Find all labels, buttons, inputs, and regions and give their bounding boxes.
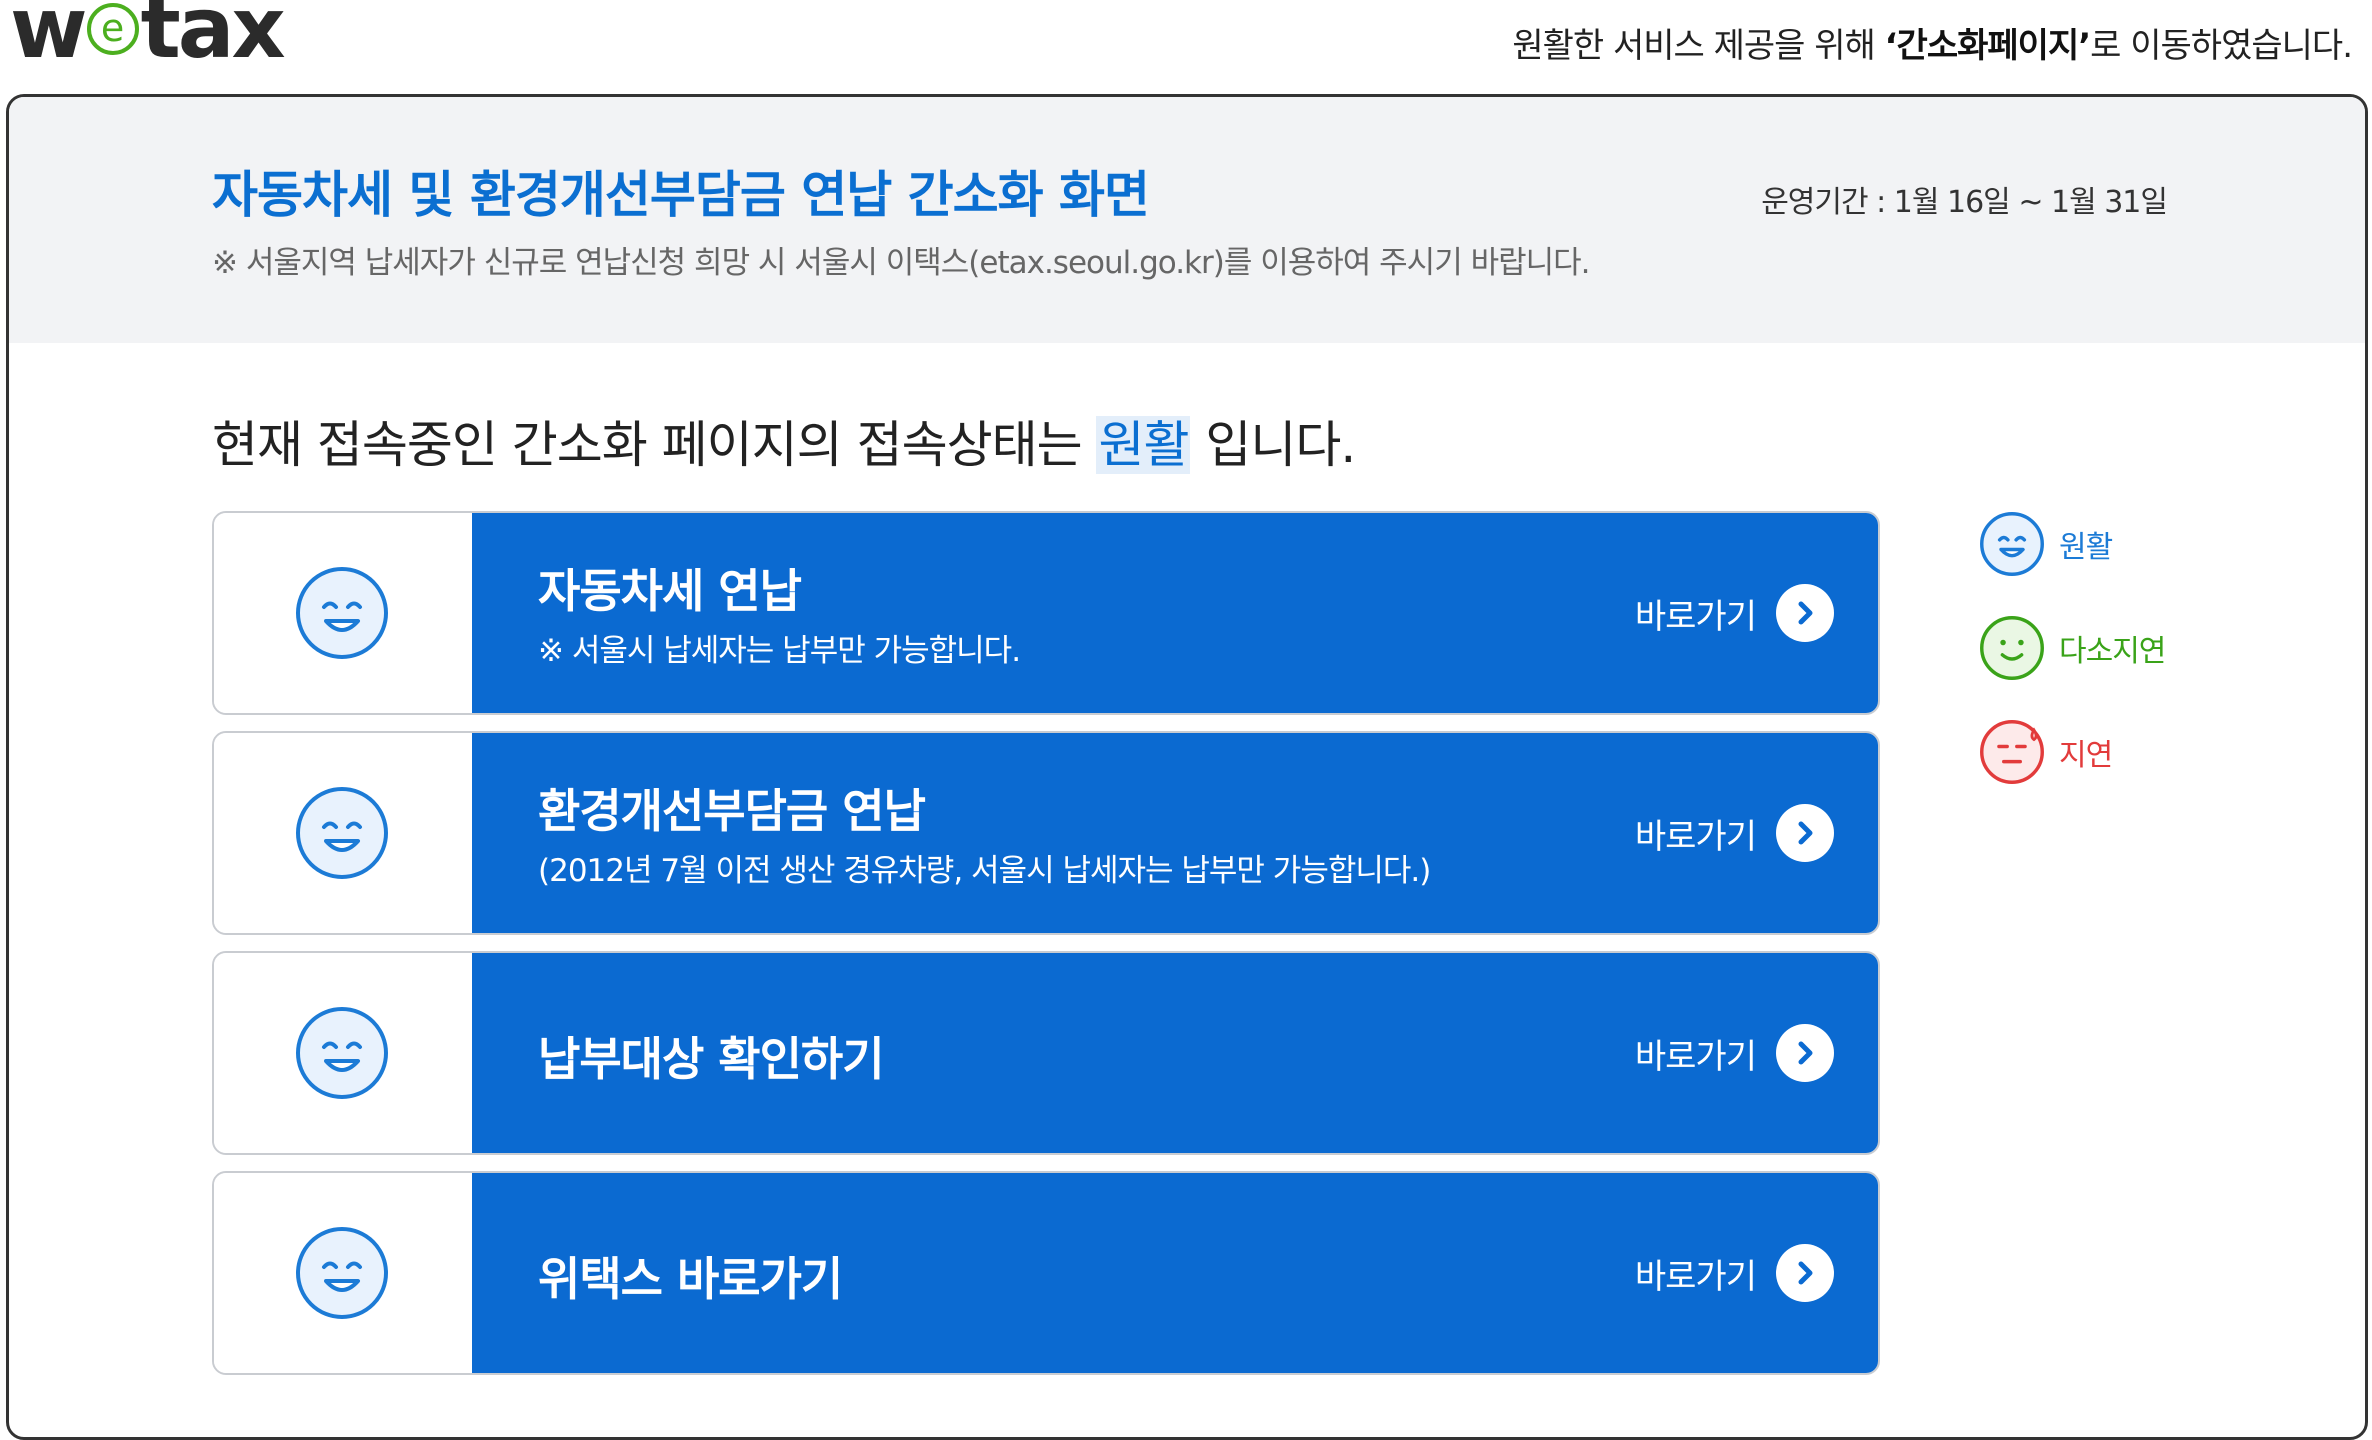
- legend-label: 지연: [2059, 738, 2113, 773]
- card-car-tax-prepay[interactable]: 자동차세 연납 ※ 서울시 납세자는 납부만 가능합니다. 바로가기: [212, 511, 1880, 715]
- card-check-payment-target[interactable]: 납부대상 확인하기 바로가기: [212, 951, 1880, 1155]
- notice-prefix: 원활한 서비스 제공을 위해: [1512, 26, 1885, 66]
- chevron-right-icon: [1776, 1024, 1834, 1082]
- card-title: 위택스 바로가기: [538, 1252, 843, 1306]
- smile-happy-icon: [1980, 512, 2044, 576]
- legend-slight-delay: 다소지연: [1979, 613, 2166, 683]
- smile-happy-icon: [296, 567, 388, 659]
- logo-e-icon: e: [86, 3, 139, 55]
- go-label: 바로가기: [1634, 1256, 1757, 1297]
- card-go-wetax[interactable]: 위택스 바로가기 바로가기: [212, 1171, 1880, 1375]
- card-subtitle: ※ 서울시 납세자는 납부만 가능합니다.: [538, 633, 1021, 669]
- operation-period: 운영기간 : 1월 16일 ~ 1월 31일: [1761, 185, 2168, 220]
- chevron-right-icon: [1776, 804, 1834, 862]
- seoul-notice: ※ 서울지역 납세자가 신규로 연납신청 희망 시 서울시 이택스(etax.s…: [212, 245, 1591, 281]
- card-title: 자동차세 연납: [538, 564, 802, 618]
- go-label: 바로가기: [1634, 816, 1757, 857]
- smile-neutral-icon: [1980, 616, 2044, 680]
- card-status-zone: [214, 733, 472, 933]
- card-title: 환경개선부담금 연납: [538, 784, 926, 838]
- status-suffix: 입니다.: [1190, 416, 1356, 474]
- card-env-charge-prepay[interactable]: 환경개선부담금 연납 (2012년 7월 이전 생산 경유차량, 서울시 납세자…: [212, 731, 1880, 935]
- go-label: 바로가기: [1634, 596, 1757, 637]
- card-body: 자동차세 연납 ※ 서울시 납세자는 납부만 가능합니다. 바로가기: [472, 513, 1878, 713]
- card-body: 위택스 바로가기 바로가기: [472, 1173, 1878, 1373]
- legend-smooth: 원활: [1979, 509, 2113, 579]
- smile-happy-icon: [296, 1007, 388, 1099]
- go-link[interactable]: 바로가기: [1635, 803, 1834, 863]
- smile-happy-icon: [296, 1227, 388, 1319]
- notice-suffix: 로 이동하였습니다.: [2090, 26, 2353, 66]
- legend-label: 원활: [2059, 530, 2113, 565]
- main-panel: 자동차세 및 환경개선부담금 연납 간소화 화면 운영기간 : 1월 16일 ~…: [6, 94, 2368, 1440]
- smile-sad-icon: [1980, 720, 2044, 784]
- card-status-zone: [214, 513, 472, 713]
- chevron-right-icon: [1776, 584, 1834, 642]
- connection-status: 현재 접속중인 간소화 페이지의 접속상태는 원활 입니다.: [212, 405, 1356, 477]
- card-subtitle: (2012년 7월 이전 생산 경유차량, 서울시 납세자는 납부만 가능합니다…: [538, 853, 1431, 889]
- legend-delay: 지연: [1979, 717, 2113, 787]
- legend-label: 다소지연: [2059, 634, 2166, 669]
- card-status-zone: [214, 1173, 472, 1373]
- card-status-zone: [214, 953, 472, 1153]
- card-body: 환경개선부담금 연납 (2012년 7월 이전 생산 경유차량, 서울시 납세자…: [472, 733, 1878, 933]
- page-title: 자동차세 및 환경개선부담금 연납 간소화 화면: [212, 166, 1150, 224]
- status-value: 원활: [1096, 416, 1191, 474]
- chevron-right-icon: [1776, 1244, 1834, 1302]
- top-bar: w e tax 원활한 서비스 제공을 위해 ‘간소화페이지’로 이동하였습니다.: [0, 0, 2372, 92]
- redirect-notice: 원활한 서비스 제공을 위해 ‘간소화페이지’로 이동하였습니다.: [1512, 18, 2353, 67]
- go-link[interactable]: 바로가기: [1635, 583, 1834, 643]
- status-prefix: 현재 접속중인 간소화 페이지의 접속상태는: [212, 416, 1097, 474]
- notice-highlight: ‘간소화페이지’: [1884, 26, 2092, 66]
- card-title: 납부대상 확인하기: [538, 1032, 885, 1086]
- go-label: 바로가기: [1634, 1036, 1757, 1077]
- header-panel: 자동차세 및 환경개선부담금 연납 간소화 화면 운영기간 : 1월 16일 ~…: [9, 97, 2365, 343]
- go-link[interactable]: 바로가기: [1635, 1243, 1834, 1303]
- smile-happy-icon: [296, 787, 388, 879]
- wetax-logo[interactable]: w e tax: [10, 0, 286, 70]
- card-body: 납부대상 확인하기 바로가기: [472, 953, 1878, 1153]
- go-link[interactable]: 바로가기: [1635, 1023, 1834, 1083]
